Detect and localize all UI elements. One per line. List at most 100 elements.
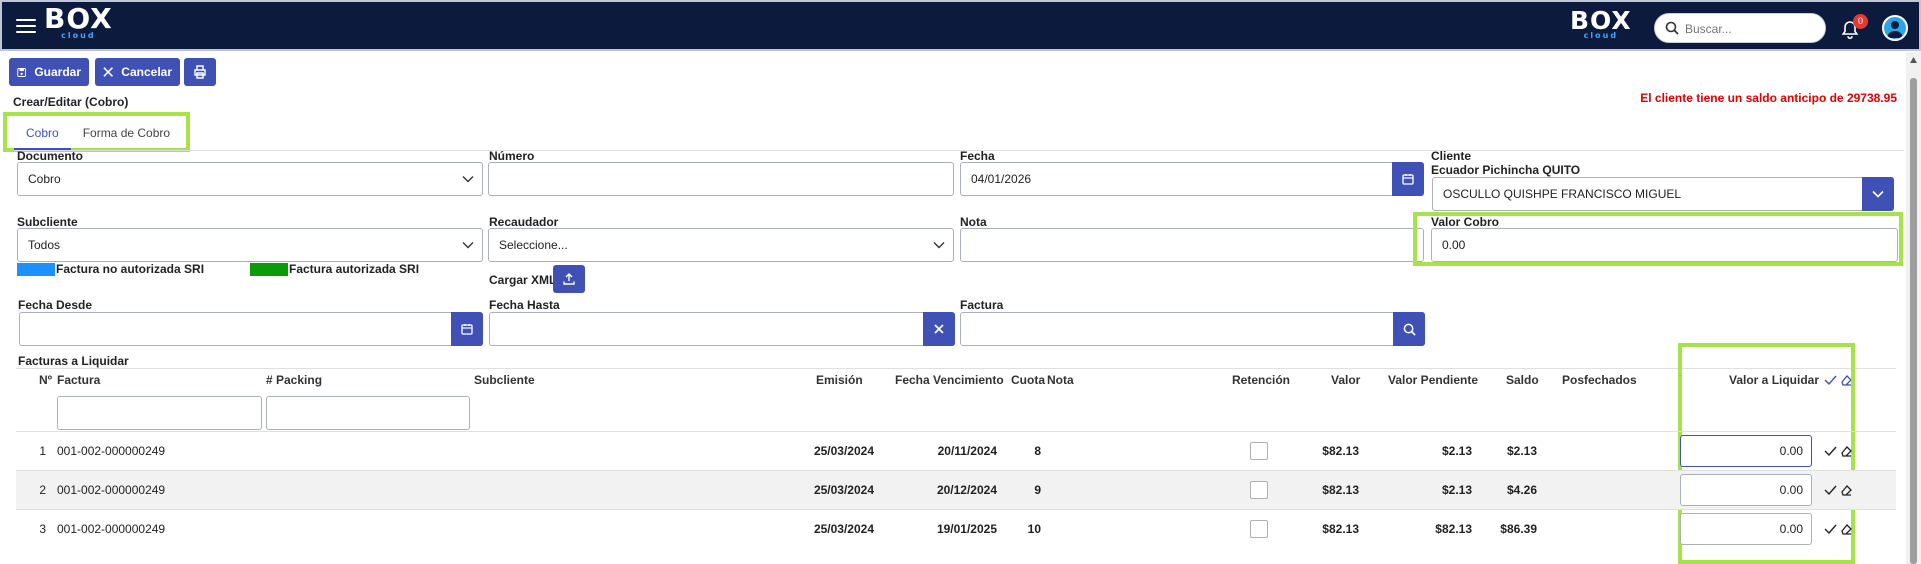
user-icon [1887, 21, 1903, 38]
calendar-icon [461, 324, 473, 335]
col-no: Nº [39, 373, 53, 387]
factura-search-button[interactable] [1393, 312, 1425, 346]
documento-select[interactable]: Cobro [17, 162, 483, 196]
row-cuota: 9 [1034, 483, 1041, 497]
fecha-hasta-clear-button[interactable] [923, 312, 955, 346]
print-button[interactable] [184, 58, 216, 86]
row-valor: $82.13 [1322, 483, 1359, 497]
row-saldo: $2.13 [1506, 444, 1537, 458]
nota-label: Nota [960, 215, 987, 229]
cancel-label: Cancelar [121, 65, 172, 79]
check-icon[interactable] [1824, 523, 1837, 535]
cliente-location: Ecuador Pichincha QUITO [1431, 163, 1581, 177]
tab-cobro[interactable]: Cobro [14, 120, 71, 150]
search-box[interactable] [1654, 13, 1826, 43]
eraser-icon[interactable] [1840, 523, 1852, 535]
tab-divider [14, 150, 1904, 151]
numero-field[interactable] [488, 162, 954, 196]
menu-icon[interactable] [16, 19, 36, 35]
nota-field[interactable] [960, 228, 1424, 262]
retencion-checkbox[interactable] [1250, 520, 1268, 538]
table-row[interactable]: 2 001-002-000000249 25/03/2024 20/12/2024 9 $… [16, 470, 1896, 509]
avatar[interactable] [1882, 15, 1908, 41]
tab-forma-de-cobro[interactable]: Forma de Cobro [71, 120, 182, 150]
legend-no-auth-label: Factura no autorizada SRI [56, 262, 205, 276]
retencion-checkbox[interactable] [1250, 442, 1268, 460]
row-valor-pendiente: $82.13 [1435, 522, 1472, 536]
col-factura: Factura [57, 373, 101, 387]
valor-liquidar-input[interactable]: 0.00 [1680, 513, 1812, 545]
legend-no-auth-swatch [17, 263, 55, 276]
row-vencimiento: 20/12/2024 [936, 483, 997, 497]
factura-search-field[interactable] [960, 312, 1425, 346]
chevron-down-icon [462, 176, 474, 183]
row-vencimiento: 19/01/2025 [936, 522, 997, 536]
row-factura: 001-002-000000249 [57, 522, 166, 536]
documento-value: Cobro [28, 172, 61, 186]
col-posfechados: Posfechados [1562, 373, 1637, 387]
row-factura: 001-002-000000249 [57, 444, 166, 458]
search-input[interactable] [1685, 19, 1815, 39]
table-row[interactable]: 1 001-002-000000249 25/03/2024 20/11/2024 8 $… [16, 431, 1896, 470]
factura-filter-input[interactable] [57, 396, 262, 430]
chevron-down-icon [933, 242, 945, 249]
factura-label: Factura [960, 298, 1004, 312]
valor-cobro-label: Valor Cobro [1431, 215, 1500, 229]
row-emision: 25/03/2024 [813, 522, 874, 536]
row-cuota: 10 [1027, 522, 1041, 536]
row-saldo: $4.26 [1506, 483, 1537, 497]
fecha-label: Fecha [960, 149, 995, 163]
row-number: 2 [39, 483, 46, 497]
col-subcliente: Subcliente [474, 373, 535, 387]
fecha-calendar-button[interactable] [1392, 162, 1424, 196]
cliente-label: Cliente [1431, 149, 1472, 163]
upload-icon [563, 273, 575, 285]
valor-liquidar-input[interactable]: 0.00 [1680, 474, 1812, 506]
top-bar: BOX cloud BOX cloud 0 [0, 0, 1921, 51]
numero-label: Número [489, 149, 535, 163]
check-icon[interactable] [1824, 445, 1837, 457]
eraser-icon[interactable] [1840, 445, 1852, 457]
fecha-field[interactable]: 04/01/2026 [960, 162, 1424, 196]
col-valor-pendiente: Valor Pendiente [1388, 373, 1479, 387]
calendar-icon [1402, 174, 1414, 185]
col-cuota: Cuota [1011, 373, 1045, 387]
fecha-hasta-field[interactable] [489, 312, 955, 346]
scrollbar-thumb[interactable] [1910, 78, 1917, 564]
cliente-select[interactable]: OSCULLO QUISHPE FRANCISCO MIGUEL [1432, 177, 1894, 211]
recaudador-select[interactable]: Seleccione... [488, 228, 954, 262]
fecha-desde-calendar-button[interactable] [451, 312, 483, 346]
fecha-hasta-label: Fecha Hasta [489, 298, 560, 312]
save-button[interactable]: Guardar [9, 58, 89, 86]
table-row[interactable]: 3 001-002-000000249 25/03/2024 19/01/2025 10… [16, 509, 1896, 548]
scrollbar[interactable] [1906, 52, 1921, 564]
breadcrumb: Crear/Editar (Cobro) [13, 95, 129, 109]
cancel-button[interactable]: Cancelar [95, 58, 180, 86]
upload-xml-button[interactable] [553, 265, 585, 293]
chevron-down-icon [462, 242, 474, 249]
fecha-desde-field[interactable] [19, 312, 483, 346]
packing-filter-input[interactable] [266, 396, 470, 430]
cliente-value: OSCULLO QUISHPE FRANCISCO MIGUEL [1443, 187, 1682, 201]
table-title: Facturas a Liquidar [18, 354, 129, 368]
valor-cobro-field[interactable]: 0.00 [1431, 228, 1898, 262]
subcliente-value: Todos [28, 238, 61, 252]
col-valor: Valor [1331, 373, 1361, 387]
save-label: Guardar [34, 65, 81, 79]
eraser-icon[interactable] [1840, 484, 1852, 496]
row-emision: 25/03/2024 [813, 444, 874, 458]
cliente-dropdown-button[interactable] [1862, 177, 1894, 211]
scroll-up-icon[interactable] [1909, 56, 1918, 64]
check-icon[interactable] [1824, 484, 1837, 496]
retencion-checkbox[interactable] [1250, 481, 1268, 499]
subcliente-select[interactable]: Todos [17, 228, 483, 262]
row-valor: $82.13 [1322, 444, 1359, 458]
search-icon [1403, 323, 1416, 336]
legend-auth-label: Factura autorizada SRI [289, 262, 420, 276]
brand-logo: BOX cloud [1570, 6, 1632, 40]
valor-liquidar-input[interactable]: 0.00 [1680, 435, 1812, 467]
fecha-value: 04/01/2026 [971, 172, 1032, 186]
close-icon [103, 67, 113, 77]
row-saldo: $86.39 [1500, 522, 1537, 536]
row-valor-pendiente: $2.13 [1441, 483, 1472, 497]
